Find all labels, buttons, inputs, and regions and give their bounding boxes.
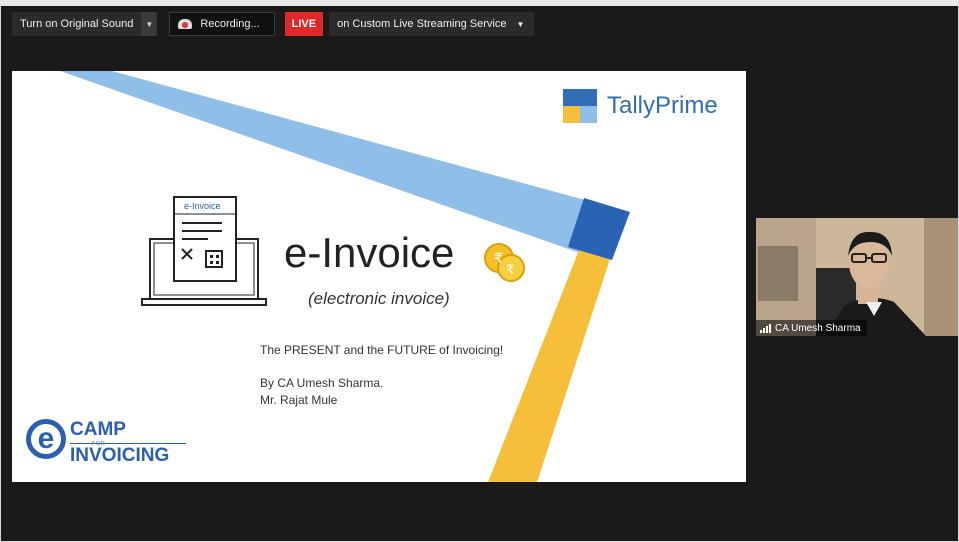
- shared-screen-slide: TallyPrime e-Invoice e-Invoice ₹ ₹ (elec…: [12, 71, 746, 482]
- ecamp-e-icon: e: [26, 419, 66, 459]
- slide-subtitle: (electronic invoice): [308, 289, 450, 308]
- ecamp-invoicing-text: INVOICING: [70, 445, 170, 466]
- author-line-1: By CA Umesh Sharma.: [260, 376, 384, 390]
- tally-mark-icon: [563, 89, 597, 123]
- ecamp-divider: [70, 443, 186, 444]
- participant-video-tile[interactable]: CA Umesh Sharma: [756, 218, 958, 336]
- original-sound-button[interactable]: Turn on Original Sound: [12, 12, 142, 36]
- laptop-invoice-icon: e-Invoice: [141, 196, 267, 306]
- participant-name: CA Umesh Sharma: [775, 322, 861, 334]
- live-stream-label: on Custom Live Streaming Service: [337, 18, 507, 30]
- tallyprime-logo: TallyPrime: [563, 89, 718, 123]
- participant-video: [756, 218, 958, 336]
- signal-strength-icon: [760, 323, 771, 333]
- doc-tag: e-Invoice: [184, 201, 221, 211]
- slide-title: e-Invoice: [284, 229, 455, 276]
- rupee-coins-icon: ₹ ₹: [484, 243, 525, 282]
- recording-label: Recording...: [200, 18, 260, 30]
- cloud-record-icon: [178, 19, 193, 29]
- meeting-toolbar: Turn on Original Sound ▼ Recording... LI…: [12, 12, 535, 36]
- live-stream-button[interactable]: on Custom Live Streaming Service ▼: [329, 12, 535, 36]
- chevron-down-icon: ▼: [516, 19, 525, 29]
- original-sound-dropdown-icon[interactable]: ▼: [141, 12, 158, 36]
- author-line-2: Mr. Rajat Mule: [260, 393, 338, 407]
- recording-button[interactable]: Recording...: [169, 12, 275, 36]
- tallyprime-text: TallyPrime: [607, 92, 718, 119]
- original-sound-label: Turn on Original Sound: [20, 18, 134, 30]
- participant-name-bar: CA Umesh Sharma: [756, 320, 867, 336]
- ecamp-logo: e CAMP FOR INVOICING: [26, 417, 196, 473]
- ecamp-camp-text: CAMP: [70, 419, 126, 440]
- svg-text:₹: ₹: [494, 251, 503, 267]
- svg-text:₹: ₹: [506, 263, 514, 278]
- live-badge: LIVE: [284, 12, 324, 36]
- slide-tagline: The PRESENT and the FUTURE of Invoicing!: [260, 343, 504, 357]
